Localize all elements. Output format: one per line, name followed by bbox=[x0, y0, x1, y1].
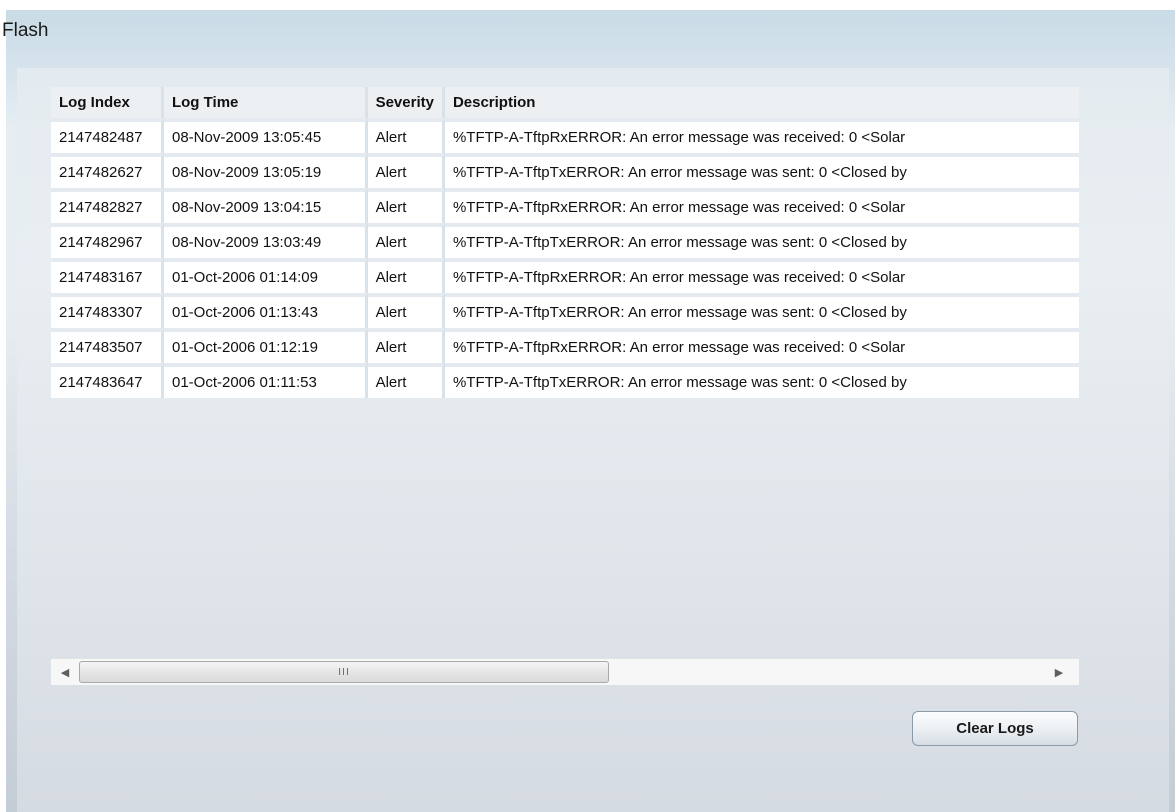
severity-cell: Alert bbox=[367, 223, 445, 258]
column-header-log-time[interactable]: Log Time bbox=[163, 87, 368, 118]
severity-cell: Alert bbox=[367, 188, 445, 223]
scroll-right-arrow-icon[interactable]: ▶ bbox=[1047, 659, 1071, 685]
severity-cell: Alert bbox=[367, 328, 445, 363]
severity-cell: Alert bbox=[367, 258, 445, 293]
clear-logs-button[interactable]: Clear Logs bbox=[912, 711, 1078, 746]
table-row[interactable]: 2147482827 08-Nov-2009 13:04:15 Alert %T… bbox=[51, 188, 1079, 223]
severity-cell: Alert bbox=[367, 293, 445, 328]
log-time-cell: 08-Nov-2009 13:05:45 bbox=[163, 118, 368, 153]
page-title: Flash bbox=[2, 20, 49, 41]
description-cell: %TFTP-A-TftpTxERROR: An error message wa… bbox=[444, 153, 1079, 188]
description-cell: %TFTP-A-TftpTxERROR: An error message wa… bbox=[444, 223, 1079, 258]
column-header-log-index[interactable]: Log Index bbox=[51, 87, 164, 118]
log-index-cell: 2147483507 bbox=[51, 328, 164, 363]
log-index-cell: 2147482827 bbox=[51, 188, 164, 223]
log-time-cell: 01-Oct-2006 01:14:09 bbox=[163, 258, 368, 293]
table-row[interactable]: 2147483647 01-Oct-2006 01:11:53 Alert %T… bbox=[51, 363, 1079, 398]
scrollbar-thumb[interactable]: III bbox=[79, 661, 609, 683]
description-cell: %TFTP-A-TftpRxERROR: An error message wa… bbox=[444, 188, 1079, 223]
log-time-cell: 01-Oct-2006 01:11:53 bbox=[163, 363, 368, 398]
severity-cell: Alert bbox=[367, 363, 445, 398]
log-time-cell: 08-Nov-2009 13:04:15 bbox=[163, 188, 368, 223]
table-row[interactable]: 2147483167 01-Oct-2006 01:14:09 Alert %T… bbox=[51, 258, 1079, 293]
column-header-severity[interactable]: Severity bbox=[367, 87, 445, 118]
log-time-cell: 08-Nov-2009 13:03:49 bbox=[163, 223, 368, 258]
log-time-cell: 08-Nov-2009 13:05:19 bbox=[163, 153, 368, 188]
severity-cell: Alert bbox=[367, 118, 445, 153]
table-row[interactable]: 2147483307 01-Oct-2006 01:13:43 Alert %T… bbox=[51, 293, 1079, 328]
log-index-cell: 2147482627 bbox=[51, 153, 164, 188]
column-header-description[interactable]: Description bbox=[444, 87, 1079, 118]
log-index-cell: 2147482967 bbox=[51, 223, 164, 258]
description-cell: %TFTP-A-TftpTxERROR: An error message wa… bbox=[444, 363, 1079, 398]
description-cell: %TFTP-A-TftpRxERROR: An error message wa… bbox=[444, 258, 1079, 293]
scroll-left-arrow-icon[interactable]: ◀ bbox=[53, 659, 77, 685]
table-row[interactable]: 2147482627 08-Nov-2009 13:05:19 Alert %T… bbox=[51, 153, 1079, 188]
log-index-cell: 2147482487 bbox=[51, 118, 164, 153]
description-cell: %TFTP-A-TftpRxERROR: An error message wa… bbox=[444, 118, 1079, 153]
severity-cell: Alert bbox=[367, 153, 445, 188]
log-index-cell: 2147483307 bbox=[51, 293, 164, 328]
description-cell: %TFTP-A-TftpRxERROR: An error message wa… bbox=[444, 328, 1079, 363]
log-time-cell: 01-Oct-2006 01:12:19 bbox=[163, 328, 368, 363]
scrollbar-grip: III bbox=[338, 666, 350, 678]
log-table-viewport[interactable]: Log Index Log Time Severity Description … bbox=[51, 87, 1079, 417]
table-row[interactable]: 2147482967 08-Nov-2009 13:03:49 Alert %T… bbox=[51, 223, 1079, 258]
table-row[interactable]: 2147482487 08-Nov-2009 13:05:45 Alert %T… bbox=[51, 118, 1079, 153]
log-time-cell: 01-Oct-2006 01:13:43 bbox=[163, 293, 368, 328]
window-frame: Flash Log Index Log Time Severity Descri… bbox=[0, 0, 1175, 812]
table-header-row: Log Index Log Time Severity Description bbox=[51, 87, 1079, 118]
log-index-cell: 2147483167 bbox=[51, 258, 164, 293]
horizontal-scrollbar[interactable]: ◀ III ▶ bbox=[51, 658, 1079, 685]
log-table: Log Index Log Time Severity Description … bbox=[51, 87, 1079, 398]
description-cell: %TFTP-A-TftpTxERROR: An error message wa… bbox=[444, 293, 1079, 328]
log-index-cell: 2147483647 bbox=[51, 363, 164, 398]
table-row[interactable]: 2147483507 01-Oct-2006 01:12:19 Alert %T… bbox=[51, 328, 1079, 363]
